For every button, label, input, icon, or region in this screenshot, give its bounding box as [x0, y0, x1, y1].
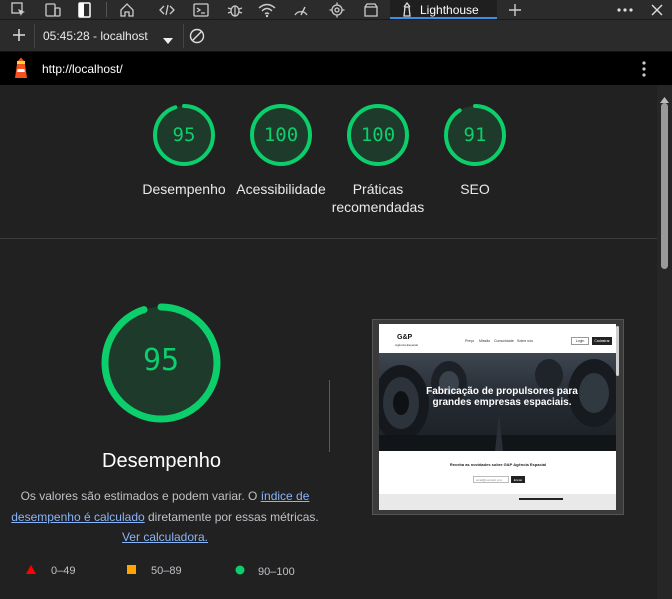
tab-lighthouse[interactable]: Lighthouse — [390, 0, 497, 19]
description-text: Os valores são estimados e podem variar.… — [20, 489, 261, 503]
console-icon[interactable] — [190, 0, 212, 19]
legend-pass: 90–100 — [235, 565, 295, 578]
gauge-seo[interactable]: 91 — [443, 103, 507, 172]
lighthouse-logo-icon — [12, 57, 30, 84]
vertical-divider — [329, 380, 330, 452]
panel-icon[interactable] — [74, 0, 96, 19]
gauge-label-accessibility: Acessibilidade — [236, 181, 326, 197]
report-menu-icon[interactable] — [641, 60, 647, 83]
gauge-label-seo: SEO — [460, 181, 490, 197]
circle-icon — [235, 565, 245, 578]
network-icon[interactable] — [256, 0, 278, 19]
toolbar-divider — [106, 2, 107, 17]
screenshot-logo-sub: Agência Espacial — [395, 343, 419, 347]
device-icon[interactable] — [42, 0, 64, 19]
legend-fail-label: 0–49 — [51, 565, 76, 577]
gauge-label-best-practices: Práticas recomendadas — [331, 181, 425, 215]
legend-average: 50–89 — [127, 565, 182, 577]
performance-description: Os valores são estimados e podem variar.… — [10, 486, 320, 548]
toolbar-divider — [183, 24, 184, 48]
gauge-performance[interactable]: 95 — [152, 103, 216, 172]
add-tab-icon[interactable] — [505, 0, 525, 19]
screenshot-footer-line — [519, 498, 563, 500]
gauge-score: 95 — [172, 124, 196, 146]
tab-label: Lighthouse — [420, 2, 479, 17]
gauge-best-practices[interactable]: 100 — [346, 103, 410, 172]
description-text: diretamente por essas métricas. — [144, 509, 319, 524]
screenshot-signup-button: Cadastrar — [592, 337, 612, 345]
screenshot-nav-item: Missão — [479, 339, 491, 343]
performance-title: Desempenho — [102, 450, 221, 472]
bug-icon[interactable] — [224, 0, 246, 19]
report-select[interactable]: 05:45:28 - localhost — [38, 24, 180, 48]
lighthouse-toolbar: 05:45:28 - localhost — [0, 19, 672, 52]
screenshot-send-button: Enviar — [511, 476, 525, 483]
settings-icon[interactable] — [326, 0, 348, 19]
triangle-icon — [26, 565, 36, 577]
section-divider — [0, 238, 657, 239]
code-icon[interactable] — [156, 0, 178, 19]
report-url-bar: http://localhost/ — [0, 52, 672, 85]
screenshot-nav-item: Comunidade — [494, 339, 514, 343]
application-icon[interactable] — [360, 0, 382, 19]
screenshot-hero-text: Fabricação de propulsores para grandes e… — [426, 386, 578, 408]
square-icon — [127, 565, 136, 577]
new-report-icon[interactable] — [12, 28, 26, 47]
gauge-score: 100 — [360, 124, 396, 146]
legend-average-label: 50–89 — [151, 565, 182, 577]
final-screenshot[interactable]: G&P Agência Espacial Preço Missão Comuni… — [372, 319, 624, 515]
performance-gauge-large: 95 — [101, 303, 221, 428]
screenshot-footer — [379, 494, 617, 510]
screenshot-page: G&P Agência Espacial Preço Missão Comuni… — [379, 324, 617, 510]
performance-icon[interactable] — [290, 0, 312, 19]
screenshot-login-button: Login — [571, 337, 589, 345]
screenshot-newsletter-title: Receba as novidades sobre G&P Agência Es… — [449, 462, 547, 467]
scrollbar-thumb[interactable] — [661, 103, 668, 269]
screenshot-nav-item: Preço — [465, 339, 475, 343]
screenshot-scroll-thumb — [616, 326, 619, 376]
gauge-accessibility[interactable]: 100 — [249, 103, 313, 172]
toolbar-divider — [34, 24, 35, 48]
gauge-score: 100 — [263, 124, 299, 146]
calculator-link[interactable]: Ver calculadora. — [122, 530, 208, 544]
devtools-toolbar: Lighthouse — [0, 0, 672, 19]
chevron-down-icon — [163, 32, 173, 50]
report-url: http://localhost/ — [42, 62, 123, 76]
more-icon[interactable] — [614, 0, 636, 19]
screenshot-email-input: email@exemplo.com — [473, 476, 509, 483]
clear-icon[interactable] — [189, 28, 205, 49]
screenshot-hero: Fabricação de propulsores para grandes e… — [379, 353, 617, 451]
home-icon[interactable] — [116, 0, 138, 19]
performance-score: 95 — [142, 343, 180, 378]
gauge-label-performance: Desempenho — [142, 181, 226, 197]
legend-pass-label: 90–100 — [258, 565, 295, 578]
inspect-icon[interactable] — [8, 0, 30, 19]
screenshot-nav-item: Sobre nós — [517, 339, 533, 343]
report-select-value: 05:45:28 - localhost — [43, 29, 148, 43]
gauge-score: 91 — [463, 124, 487, 146]
legend-fail: 0–49 — [26, 565, 75, 577]
screenshot-logo: G&P — [397, 334, 413, 341]
close-icon[interactable] — [646, 0, 668, 19]
